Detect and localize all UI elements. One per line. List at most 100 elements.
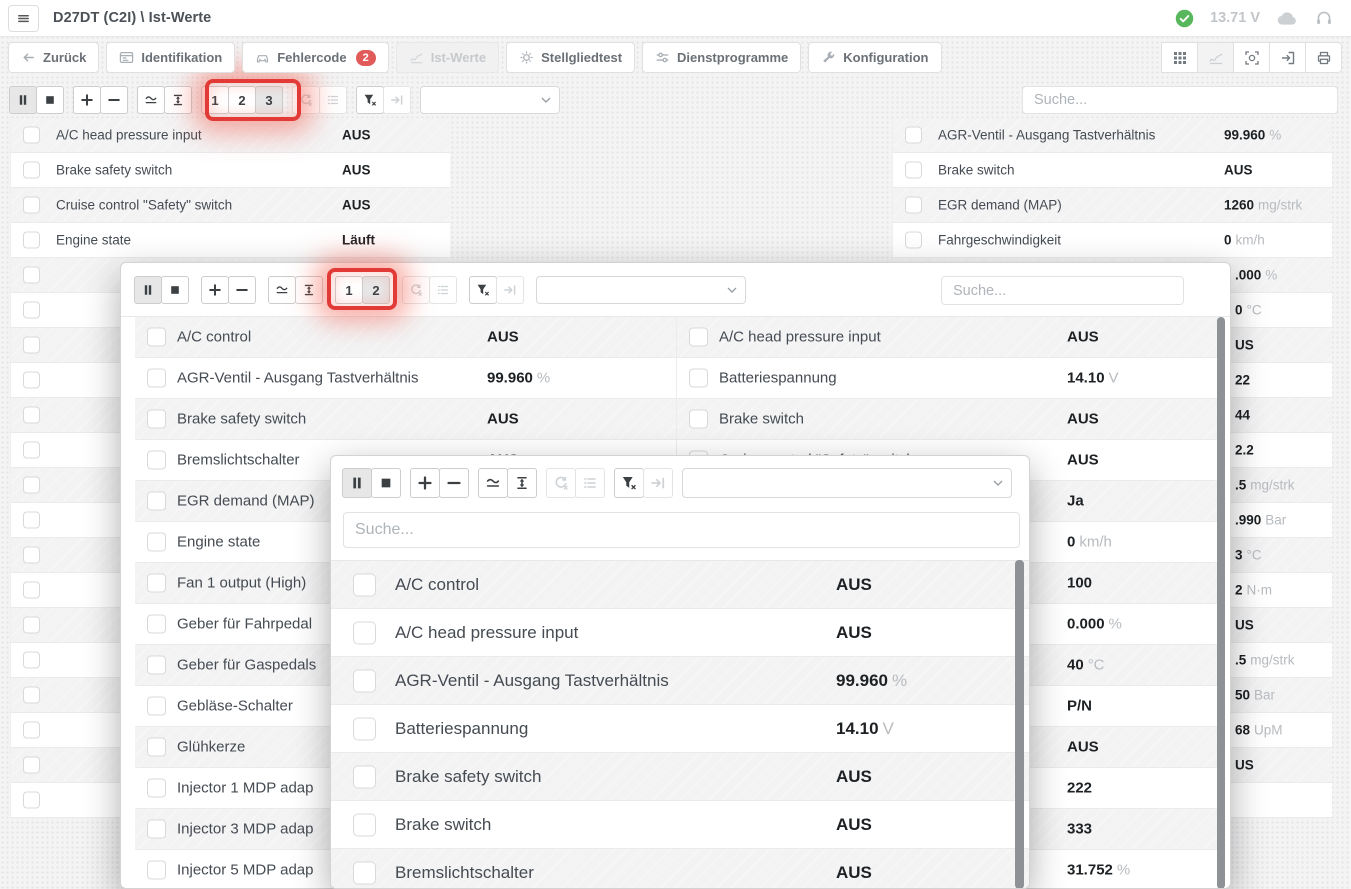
tab-fehlercode[interactable]: Fehlercode 2 xyxy=(242,42,388,73)
select-list-button[interactable] xyxy=(429,276,457,304)
row-checkbox[interactable] xyxy=(23,652,40,669)
columns-3-button[interactable]: 3 xyxy=(255,86,283,114)
row-checkbox[interactable] xyxy=(23,477,40,494)
row-checkbox[interactable] xyxy=(353,717,376,740)
row-checkbox[interactable] xyxy=(23,687,40,704)
scrollbar-thumb[interactable] xyxy=(1015,560,1024,889)
row-checkbox[interactable] xyxy=(147,861,166,880)
row-checkbox[interactable] xyxy=(23,757,40,774)
grid-view-button[interactable] xyxy=(1161,42,1198,73)
row-checkbox[interactable] xyxy=(147,328,166,347)
row-checkbox[interactable] xyxy=(147,451,166,470)
pin-right-button[interactable] xyxy=(496,276,524,304)
zoom-in-button[interactable] xyxy=(73,86,101,114)
pin-right-button[interactable] xyxy=(383,86,411,114)
focus-mode-button[interactable] xyxy=(1233,42,1270,73)
row-checkbox[interactable] xyxy=(147,615,166,634)
zoom-out-button[interactable] xyxy=(439,468,469,498)
row-checkbox[interactable] xyxy=(23,582,40,599)
smooth-button[interactable] xyxy=(478,468,508,498)
columns-1-button[interactable]: 1 xyxy=(201,86,229,114)
row-checkbox[interactable] xyxy=(147,369,166,388)
row-checkbox[interactable] xyxy=(147,574,166,593)
clear-filter-button[interactable] xyxy=(469,276,497,304)
row-checkbox[interactable] xyxy=(23,512,40,529)
tab-stellgliedtest[interactable]: Stellgliedtest xyxy=(506,42,635,73)
select-list-button[interactable] xyxy=(319,86,347,114)
tab-dienstprogramme[interactable]: Dienstprogramme xyxy=(642,42,801,73)
row-checkbox[interactable] xyxy=(147,779,166,798)
row-checkbox[interactable] xyxy=(147,697,166,716)
row-checkbox[interactable] xyxy=(23,372,40,389)
row-checkbox[interactable] xyxy=(689,328,708,347)
row-checkbox[interactable] xyxy=(23,792,40,809)
search-input[interactable] xyxy=(343,512,1020,548)
scrollbar-thumb[interactable] xyxy=(1217,317,1225,889)
reset-button[interactable] xyxy=(292,86,320,114)
row-checkbox[interactable] xyxy=(23,267,40,284)
stop-button[interactable] xyxy=(371,468,401,498)
row-checkbox[interactable] xyxy=(23,407,40,424)
row-checkbox[interactable] xyxy=(23,232,40,249)
print-button[interactable] xyxy=(1305,42,1342,73)
row-checkbox[interactable] xyxy=(353,765,376,788)
pin-right-button[interactable] xyxy=(643,468,673,498)
cloud-icon[interactable] xyxy=(1276,10,1299,27)
row-checkbox[interactable] xyxy=(147,492,166,511)
row-checkbox[interactable] xyxy=(905,232,922,249)
row-checkbox[interactable] xyxy=(353,621,376,644)
parameter-group-dropdown[interactable] xyxy=(682,468,1012,498)
row-checkbox[interactable] xyxy=(147,820,166,839)
row-checkbox[interactable] xyxy=(689,410,708,429)
pause-button[interactable] xyxy=(134,276,162,304)
columns-2-button[interactable]: 2 xyxy=(228,86,256,114)
fit-height-button[interactable] xyxy=(295,276,323,304)
row-checkbox[interactable] xyxy=(905,162,922,179)
row-checkbox[interactable] xyxy=(23,337,40,354)
row-checkbox[interactable] xyxy=(905,197,922,214)
row-checkbox[interactable] xyxy=(23,197,40,214)
reset-button[interactable] xyxy=(546,468,576,498)
row-checkbox[interactable] xyxy=(23,442,40,459)
headset-icon[interactable] xyxy=(1315,9,1333,27)
row-checkbox[interactable] xyxy=(23,722,40,739)
stop-button[interactable] xyxy=(161,276,189,304)
smooth-button[interactable] xyxy=(268,276,296,304)
tab-konfiguration[interactable]: Konfiguration xyxy=(808,42,941,73)
chart-view-button[interactable] xyxy=(1197,42,1234,73)
columns-1-button[interactable]: 1 xyxy=(335,276,363,304)
pause-button[interactable] xyxy=(9,86,37,114)
zoom-out-button[interactable] xyxy=(228,276,256,304)
stop-button[interactable] xyxy=(36,86,64,114)
fit-height-button[interactable] xyxy=(164,86,192,114)
row-checkbox[interactable] xyxy=(353,573,376,596)
row-checkbox[interactable] xyxy=(353,813,376,836)
smooth-button[interactable] xyxy=(137,86,165,114)
row-checkbox[interactable] xyxy=(689,369,708,388)
zoom-in-button[interactable] xyxy=(410,468,440,498)
row-checkbox[interactable] xyxy=(23,617,40,634)
zoom-in-button[interactable] xyxy=(201,276,229,304)
row-checkbox[interactable] xyxy=(147,656,166,675)
row-checkbox[interactable] xyxy=(147,410,166,429)
reset-button[interactable] xyxy=(402,276,430,304)
back-button[interactable]: Zurück xyxy=(8,42,99,73)
row-checkbox[interactable] xyxy=(23,547,40,564)
search-input[interactable] xyxy=(1022,86,1338,114)
row-checkbox[interactable] xyxy=(147,533,166,552)
row-checkbox[interactable] xyxy=(353,861,376,884)
row-checkbox[interactable] xyxy=(905,127,922,144)
clear-filter-button[interactable] xyxy=(356,86,384,114)
export-button[interactable] xyxy=(1269,42,1306,73)
row-checkbox[interactable] xyxy=(23,162,40,179)
row-checkbox[interactable] xyxy=(23,127,40,144)
menu-button[interactable] xyxy=(8,5,39,32)
tab-identifikation[interactable]: Identifikation xyxy=(106,42,235,73)
zoom-out-button[interactable] xyxy=(100,86,128,114)
row-checkbox[interactable] xyxy=(23,302,40,319)
select-list-button[interactable] xyxy=(575,468,605,498)
fit-height-button[interactable] xyxy=(507,468,537,498)
search-input[interactable] xyxy=(941,276,1184,305)
clear-filter-button[interactable] xyxy=(614,468,644,498)
parameter-group-dropdown[interactable] xyxy=(420,86,560,114)
